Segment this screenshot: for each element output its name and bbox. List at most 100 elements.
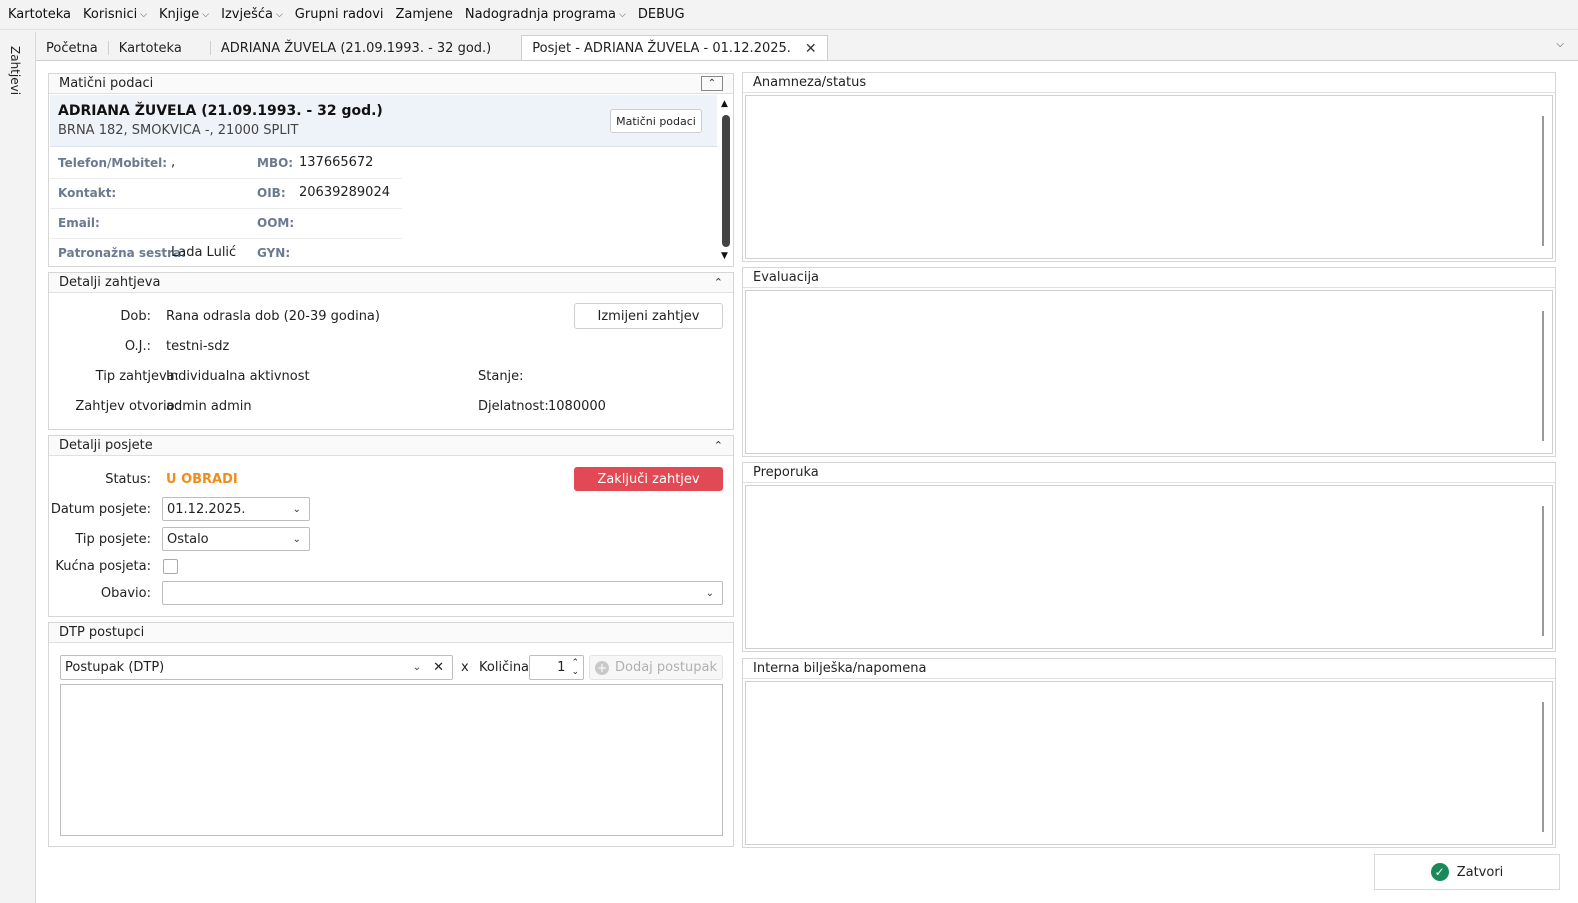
kolicina-stepper[interactable]: 1 ⌃ ⌄ <box>529 655 584 680</box>
panel-anamneza: Anamneza/status <box>742 72 1556 262</box>
panel-header: Interna bilješka/napomena <box>743 659 1555 679</box>
menu-item-1[interactable]: Korisnici ⌵ <box>83 7 147 22</box>
postupak-dtp-select[interactable]: Postupak (DTP) ⌄ ✕ <box>60 655 453 680</box>
maticni-podaci-button[interactable]: Matični podaci <box>610 109 702 133</box>
scrollbar[interactable] <box>1542 506 1544 636</box>
panel-title: Interna bilješka/napomena <box>753 661 927 676</box>
kucna-posjeta-checkbox[interactable] <box>163 559 178 574</box>
panel-detalji-posjete: Detalji posjete ⌃ Status: U OBRADI Zaklj… <box>48 435 734 617</box>
tip-posjete-value: Ostalo <box>167 531 209 547</box>
tip-posjete-select[interactable]: Ostalo ⌄ <box>162 527 310 551</box>
preporuka-textarea[interactable] <box>745 485 1553 649</box>
panel-header: Matični podaci ⌃ <box>49 74 733 94</box>
datum-posjete-label: Datum posjete: <box>50 502 151 517</box>
menu-item-5[interactable]: Zamjene <box>396 7 453 22</box>
chevron-down-icon: ⌄ <box>412 662 422 673</box>
panel-header: Anamneza/status <box>743 73 1555 93</box>
evaluacija-textarea[interactable] <box>745 290 1553 454</box>
tab-kartoteka[interactable]: Kartoteka <box>109 35 192 61</box>
scrollbar[interactable] <box>1542 116 1544 246</box>
panel-evaluacija: Evaluacija <box>742 267 1556 457</box>
postupak-dtp-placeholder: Postupak (DTP) <box>65 660 165 675</box>
chevron-down-icon: ⌄ <box>292 533 301 545</box>
row-divider <box>50 238 402 239</box>
panel-header: DTP postupci <box>49 623 733 643</box>
gyn-label: GYN: <box>257 246 291 260</box>
email-label: Email: <box>58 216 100 230</box>
panel-header: Preporuka <box>743 463 1555 483</box>
tab-patient[interactable]: ADRIANA ŽUVELA (21.09.1993. - 32 god.) <box>211 35 501 61</box>
menu-item-label: DEBUG <box>637 7 685 22</box>
panel-detalji-zahtjeva: Detalji zahtjeva ⌃ Dob: Rana odrasla dob… <box>48 272 734 430</box>
menu-item-4[interactable]: Grupni radovi <box>295 7 384 22</box>
anamneza-textarea[interactable] <box>745 95 1553 259</box>
dob-value: Rana odrasla dob (20-39 godina) <box>166 309 380 324</box>
stepper-icon[interactable]: ⌃ ⌄ <box>571 658 579 677</box>
zahtjev-otvorio-label: Zahtjev otvorio: <box>75 399 179 414</box>
panel-title: DTP postupci <box>59 625 145 640</box>
check-circle-icon: ✓ <box>1430 863 1449 881</box>
tab-pocetna[interactable]: Početna <box>36 35 108 61</box>
menu-item-7[interactable]: DEBUG <box>638 7 685 22</box>
obavio-label: Obavio: <box>100 586 151 601</box>
dodaj-postupak-button[interactable]: + Dodaj postupak <box>589 655 723 680</box>
chevron-up-icon[interactable]: ⌃ <box>714 276 723 289</box>
scroll-up-icon[interactable]: ▲ <box>721 99 728 109</box>
patronazna-sestra-label: Patronažna sestra: <box>58 246 186 260</box>
menu-item-label: Knjige <box>159 7 200 22</box>
tab-strip: Početna Kartoteka ADRIANA ŽUVELA (21.09.… <box>36 34 1578 61</box>
scroll-down-icon[interactable]: ▼ <box>721 251 728 261</box>
menubar: Kartoteka Korisnici ⌵ Knjige ⌵ Izvješća ⌵ Grupn… <box>0 0 1578 30</box>
plus-circle-icon: + <box>595 660 609 675</box>
chevron-down-icon[interactable]: ⌵ <box>1556 39 1564 50</box>
panel-title: Detalji posjete <box>59 438 153 453</box>
menu-item-label: Grupni radovi <box>294 7 384 22</box>
kolicina-value: 1 <box>557 660 566 675</box>
menu-item-3[interactable]: Izvješća ⌵ <box>221 7 283 22</box>
dtp-list[interactable] <box>60 684 723 836</box>
tip-posjete-label: Tip posjete: <box>75 532 151 547</box>
menu-item-6[interactable]: Nadogradnja programa ⌵ <box>465 7 626 22</box>
scrollbar[interactable] <box>1542 702 1544 832</box>
chevron-down-icon: ⌵ <box>275 9 283 20</box>
chevron-up-icon[interactable]: ⌃ <box>701 76 723 91</box>
oj-value: testni-sdz <box>166 339 230 354</box>
close-icon[interactable]: ✕ <box>805 41 817 57</box>
menu-item-2[interactable]: Knjige ⌵ <box>159 7 209 22</box>
zatvori-button[interactable]: ✓ Zatvori <box>1374 854 1560 890</box>
zakljuci-zahtjev-button[interactable]: Zaključi zahtjev <box>574 467 723 491</box>
tip-zahtjeva-label: Tip zahtjeva: <box>95 369 179 384</box>
scrollbar[interactable] <box>1542 311 1544 441</box>
menu-item-label: Kartoteka <box>8 7 72 22</box>
menu-item-label: Zamjene <box>395 7 453 22</box>
scrollbar-thumb[interactable] <box>722 115 730 247</box>
izmijeni-zahtjev-button[interactable]: Izmijeni zahtjev <box>574 303 723 329</box>
chevron-down-icon: ⌄ <box>292 503 301 515</box>
visit-content: Matični podaci ⌃ ADRIANA ŽUVELA (21.09.1… <box>36 60 1578 903</box>
chevron-down-icon: ⌵ <box>140 9 148 20</box>
panel-title: Anamneza/status <box>753 75 867 90</box>
menu-item-0[interactable]: Kartoteka <box>8 7 71 22</box>
datum-posjete-select[interactable]: 01.12.2025. ⌄ <box>162 497 310 521</box>
oib-label: OIB: <box>257 186 286 200</box>
patient-address: BRNA 182, SMOKVICA -, 21000 SPLIT <box>58 123 299 138</box>
clear-icon[interactable]: ✕ <box>433 660 444 675</box>
menu-item-label: Korisnici <box>83 7 138 22</box>
oj-label: O.J.: <box>124 339 151 354</box>
panel-maticni-podaci: Matični podaci ⌃ ADRIANA ŽUVELA (21.09.1… <box>48 73 734 267</box>
chevron-up-icon[interactable]: ⌃ <box>714 439 723 452</box>
patronazna-sestra-value: Lada Lulić <box>171 245 237 260</box>
patient-name: ADRIANA ŽUVELA (21.09.1993. - 32 god.) <box>58 103 383 119</box>
obavio-select[interactable]: ⌄ <box>162 581 723 605</box>
kolicina-label: Količina <box>479 660 530 675</box>
scrollbar[interactable]: ▲ ▼ <box>719 97 733 265</box>
panel-title: Detalji zahtjeva <box>59 275 161 290</box>
panel-interna-biljeska: Interna bilješka/napomena <box>742 658 1556 848</box>
vertical-tab-zahtjevi[interactable]: Zahtjevi <box>8 46 22 95</box>
tab-posjet[interactable]: Posjet - ADRIANA ŽUVELA - 01.12.2025. ✕ <box>521 35 828 61</box>
panel-header: Detalji zahtjeva ⌃ <box>49 273 733 293</box>
chevron-down-icon: ⌄ <box>705 587 714 599</box>
times-label: x <box>461 660 469 675</box>
interna-biljeska-textarea[interactable] <box>745 681 1553 845</box>
menu-item-label: Nadogradnja programa <box>464 7 617 22</box>
